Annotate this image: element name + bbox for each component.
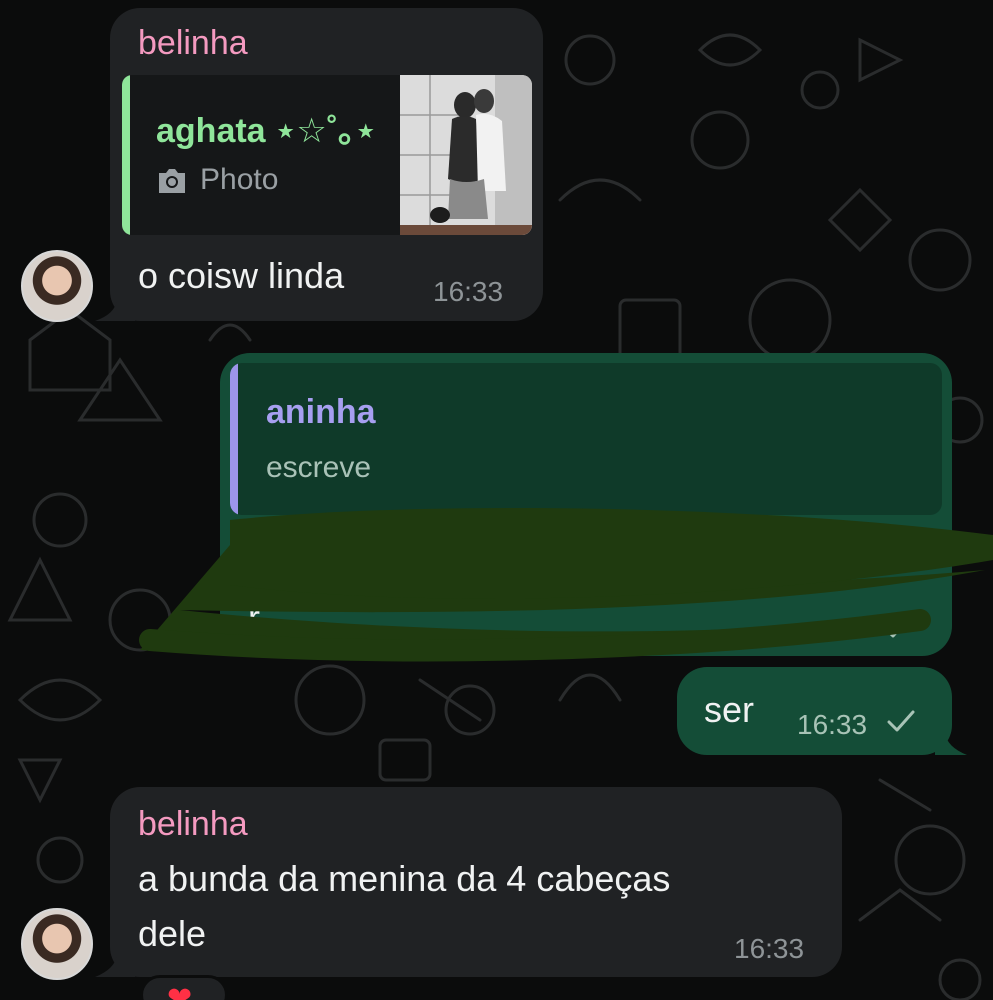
reply-quote-text[interactable]: aninha escreve bbox=[230, 363, 942, 515]
message-time: 16:33 bbox=[433, 276, 504, 307]
sender-name: belinha bbox=[138, 24, 248, 62]
message-time: 16:33 bbox=[797, 709, 868, 740]
reply-quote-photo[interactable]: aghata ⋆☆˚｡⋆ Photo bbox=[122, 75, 532, 235]
bubble-tail bbox=[95, 955, 135, 977]
single-check-icon bbox=[887, 710, 915, 732]
bubble-tail bbox=[935, 733, 967, 755]
heart-reaction-icon: ❤ bbox=[167, 982, 193, 1000]
reply-author: aghata ⋆☆˚｡⋆ bbox=[156, 112, 377, 150]
message-text: ser bbox=[704, 689, 755, 730]
bubble-tail bbox=[95, 300, 135, 321]
avatar[interactable] bbox=[21, 908, 93, 980]
avatar[interactable] bbox=[21, 250, 93, 322]
reply-quote-bar bbox=[122, 75, 130, 235]
reply-author: aninha bbox=[266, 393, 376, 431]
message-text-line: a bunda da menina da 4 cabeças bbox=[138, 858, 671, 899]
photo-thumbnail[interactable] bbox=[400, 75, 532, 235]
reply-quote-bar bbox=[230, 363, 238, 515]
reply-media-label: Photo bbox=[200, 163, 279, 196]
redacted-text-fragment: o bbox=[862, 537, 883, 578]
reaction-pill[interactable]: ❤ bbox=[140, 975, 228, 1000]
single-check-icon bbox=[883, 616, 911, 638]
reply-text: escreve bbox=[266, 451, 372, 484]
message-text: o coisw linda bbox=[138, 255, 345, 296]
sender-name: belinha bbox=[138, 805, 248, 843]
message-time: 16:33 bbox=[734, 933, 805, 964]
redacted-text-fragment: r bbox=[248, 597, 260, 638]
camera-icon bbox=[159, 169, 185, 193]
message-text-line: dele bbox=[138, 913, 207, 954]
